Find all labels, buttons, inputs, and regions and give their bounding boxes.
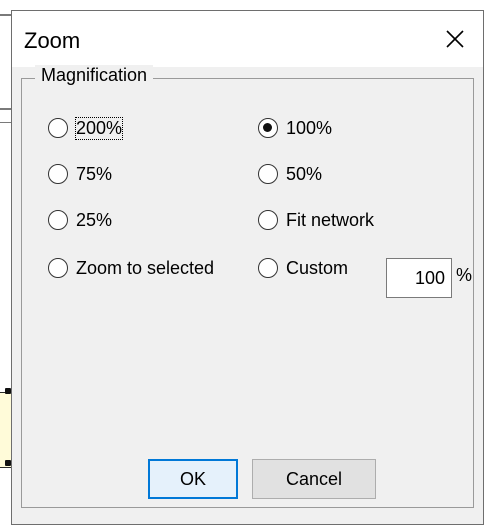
background-window-edge: [0, 14, 11, 16]
radio-fit-network[interactable]: Fit network: [258, 207, 374, 233]
close-button[interactable]: [427, 11, 483, 67]
radio-zoom-to-selected[interactable]: Zoom to selected: [48, 255, 214, 281]
radio-label: 100%: [286, 117, 333, 138]
radio-circle: [48, 210, 68, 230]
radio-label: Zoom to selected: [76, 257, 215, 278]
ok-button[interactable]: OK: [148, 459, 238, 499]
radio-circle: [48, 118, 68, 138]
radio-circle: [48, 258, 68, 278]
radio-circle: [258, 258, 278, 278]
cancel-button[interactable]: Cancel: [252, 459, 376, 499]
radio-200[interactable]: 200%: [48, 115, 124, 141]
zoom-dialog: Zoom Magnification 200% 100% 75% 50% 25%…: [11, 10, 484, 525]
dialog-title: Zoom: [24, 28, 81, 53]
magnification-legend: Magnification: [35, 65, 154, 86]
radio-100[interactable]: 100%: [258, 115, 332, 141]
radio-label: 25%: [76, 209, 113, 230]
custom-zoom-input[interactable]: [386, 258, 452, 298]
radio-label: 200%: [74, 116, 124, 140]
background-window-line: [0, 122, 11, 123]
radio-label: 50%: [286, 163, 323, 184]
radio-circle: [48, 164, 68, 184]
background-window-line: [0, 108, 11, 110]
radio-custom[interactable]: Custom: [258, 255, 348, 281]
radio-label: Custom: [286, 257, 349, 278]
radio-label: 75%: [76, 163, 113, 184]
radio-75[interactable]: 75%: [48, 161, 112, 187]
radio-25[interactable]: 25%: [48, 207, 112, 233]
title-bar: Zoom: [12, 11, 483, 67]
radio-circle: [258, 164, 278, 184]
radio-circle: [258, 210, 278, 230]
radio-label: Fit network: [286, 209, 375, 230]
close-icon: [446, 30, 464, 48]
radio-50[interactable]: 50%: [258, 161, 322, 187]
radio-circle-selected: [258, 118, 278, 138]
custom-zoom-unit: %: [456, 265, 473, 285]
